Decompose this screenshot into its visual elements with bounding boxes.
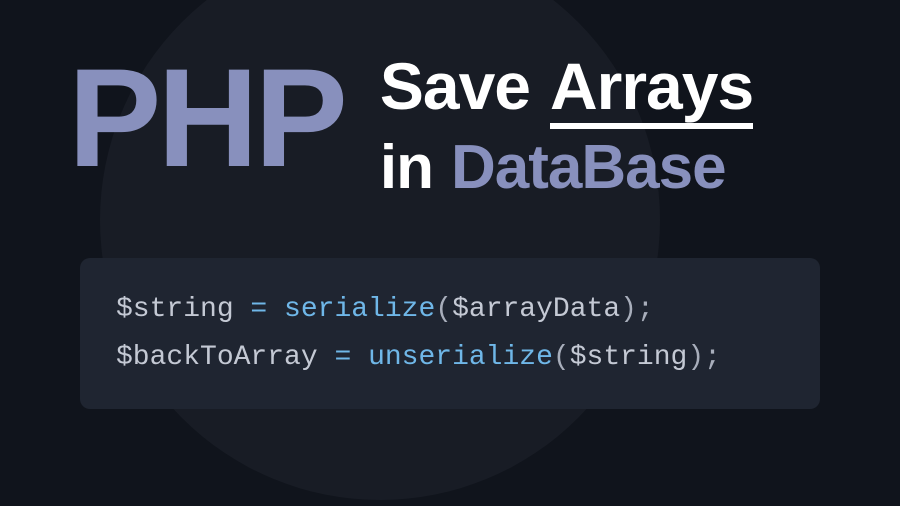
code-token-variable: $backToArray xyxy=(116,342,318,373)
code-token-variable: $string xyxy=(116,294,234,325)
code-line-2: $backToArray = unserialize($string); xyxy=(116,334,784,382)
code-line-1: $string = serialize($arrayData); xyxy=(116,286,784,334)
title-stack: Save Arrays in DataBase xyxy=(380,48,753,202)
code-token-operator: = xyxy=(234,294,284,325)
code-token-paren: ) xyxy=(687,342,704,373)
code-token-paren: ) xyxy=(620,294,637,325)
title-word-arrays: Arrays xyxy=(550,52,753,129)
title-word-save: Save xyxy=(380,52,530,121)
title-line-2: in DataBase xyxy=(380,135,753,202)
code-token-variable: $arrayData xyxy=(452,294,620,325)
code-token-paren: ( xyxy=(435,294,452,325)
code-token-paren: ( xyxy=(553,342,570,373)
hero-section: PHP Save Arrays in DataBase xyxy=(0,0,900,202)
code-snippet: $string = serialize($arrayData); $backTo… xyxy=(80,258,820,409)
title-word-database: DataBase xyxy=(451,135,726,202)
title-line-1: Save Arrays xyxy=(380,52,753,129)
code-token-function: unserialize xyxy=(368,342,553,373)
php-logo-text: PHP xyxy=(68,48,344,188)
title-word-in: in xyxy=(380,135,433,202)
code-token-variable: $string xyxy=(570,342,688,373)
code-token-semicolon: ; xyxy=(704,342,721,373)
code-token-semicolon: ; xyxy=(637,294,654,325)
code-token-operator: = xyxy=(318,342,368,373)
code-token-function: serialize xyxy=(284,294,435,325)
